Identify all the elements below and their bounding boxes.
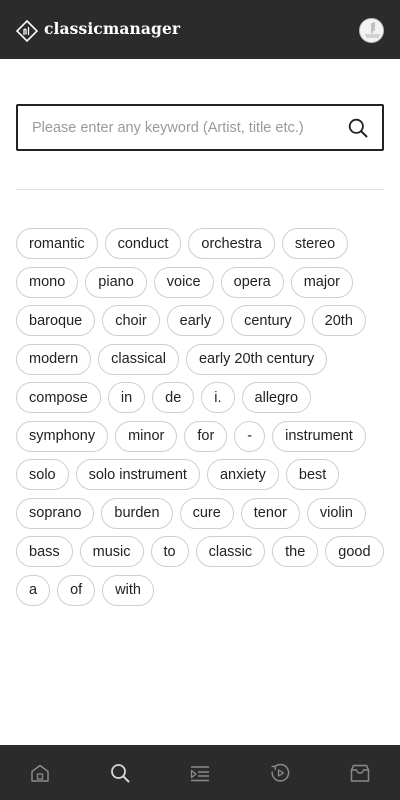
search-icon[interactable] <box>348 118 368 138</box>
keyword-tag[interactable]: violin <box>306 497 366 529</box>
keyword-tag[interactable]: 20th <box>311 305 366 336</box>
keyword-tag[interactable]: a <box>16 574 51 606</box>
search-box <box>16 104 384 151</box>
keyword-tag[interactable]: burden <box>101 497 173 529</box>
keyword-tag[interactable]: instrument <box>272 420 366 452</box>
keyword-tag[interactable]: compose <box>16 382 101 413</box>
keyword-tag[interactable]: modern <box>16 343 92 375</box>
nav-playlist[interactable] <box>160 745 240 800</box>
keyword-tag[interactable]: soprano <box>16 497 95 529</box>
keyword-tag[interactable]: with <box>102 574 154 606</box>
keyword-tag[interactable]: music <box>79 536 144 567</box>
keyword-tag[interactable]: solo instrument <box>75 459 200 490</box>
keyword-tag[interactable]: the <box>272 536 319 567</box>
keyword-tag[interactable]: opera <box>220 266 284 298</box>
keyword-tag[interactable]: mono <box>16 266 79 298</box>
keyword-tag[interactable]: bass <box>16 536 73 567</box>
search-input[interactable] <box>32 106 332 149</box>
playlist-icon <box>190 765 209 781</box>
archive-icon <box>350 764 370 782</box>
nav-search[interactable] <box>80 745 160 800</box>
keyword-tag[interactable]: classical <box>98 343 179 375</box>
keyword-tag[interactable]: early <box>166 305 225 336</box>
keyword-tag[interactable]: anxiety <box>206 459 279 490</box>
keyword-tag[interactable]: best <box>285 459 340 490</box>
keyword-tag[interactable]: orchestra <box>188 228 275 259</box>
nav-history[interactable] <box>240 745 320 800</box>
keyword-tag[interactable]: allegro <box>241 382 312 413</box>
home-icon <box>31 764 49 782</box>
search-icon <box>111 763 130 782</box>
keyword-tag[interactable]: i. <box>201 382 235 413</box>
keyword-tag[interactable]: tenor <box>240 497 300 529</box>
keyword-tag[interactable]: for <box>184 420 228 452</box>
app-title[interactable]: classicmanager <box>44 19 180 38</box>
keyword-tag[interactable]: romantic <box>16 228 98 259</box>
keyword-tag[interactable]: piano <box>85 266 147 298</box>
keyword-tag[interactable]: solo <box>16 459 69 490</box>
keyword-tag[interactable]: de <box>152 382 195 413</box>
keyword-tag[interactable]: cure <box>179 497 234 529</box>
bottom-nav <box>0 745 400 800</box>
user-avatar-icon[interactable] <box>359 18 384 43</box>
keyword-tag[interactable]: century <box>231 305 305 336</box>
divider <box>16 189 384 190</box>
keyword-tag[interactable]: - <box>234 420 266 452</box>
keyword-tag-list: romantic conduct orchestra stereo mono piano v… <box>16 228 388 606</box>
keyword-tag[interactable]: of <box>57 574 96 606</box>
keyword-tag[interactable]: baroque <box>16 305 96 336</box>
keyword-tag[interactable]: choir <box>102 305 160 336</box>
app-bar: classicmanager <box>0 0 400 59</box>
keyword-tag[interactable]: major <box>290 266 353 298</box>
keyword-tag[interactable]: conduct <box>104 228 182 259</box>
keyword-tag[interactable]: good <box>325 536 384 567</box>
keyword-tag[interactable]: in <box>107 382 146 413</box>
keyword-tag[interactable]: classic <box>195 536 266 567</box>
nav-home[interactable] <box>0 745 80 800</box>
keyword-tag[interactable]: voice <box>153 266 214 298</box>
keyword-tag[interactable]: to <box>150 536 189 567</box>
keyword-tag[interactable]: early 20th century <box>185 343 328 375</box>
nav-archive[interactable] <box>320 745 400 800</box>
keyword-tag[interactable]: minor <box>115 420 178 452</box>
note-logo-icon[interactable] <box>15 19 39 43</box>
keyword-tag[interactable]: symphony <box>16 420 109 452</box>
history-icon <box>271 763 290 782</box>
keyword-tag[interactable]: stereo <box>281 228 349 259</box>
